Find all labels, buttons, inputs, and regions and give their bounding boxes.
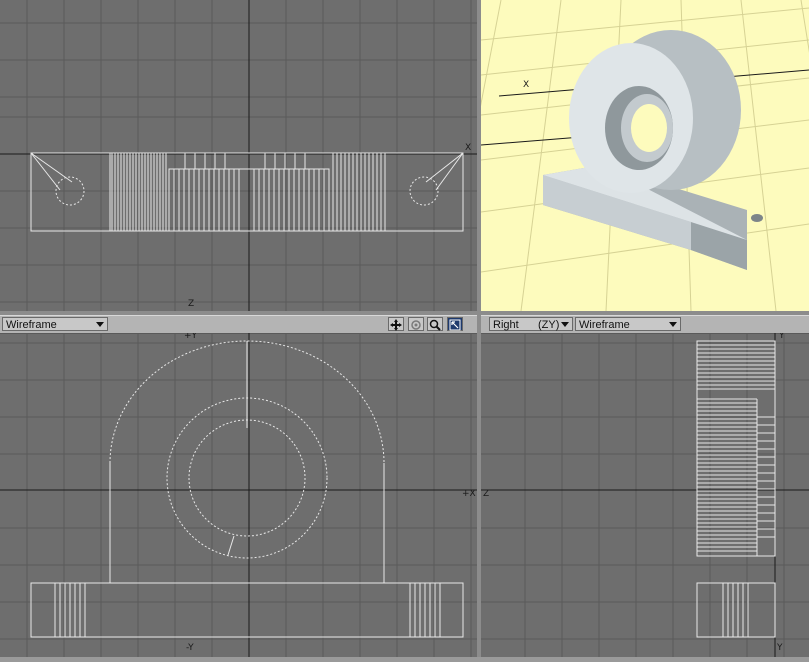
front-viewport[interactable]: +Y +X -Y <box>0 333 477 657</box>
move-view-icon <box>390 319 402 331</box>
rotate-view-icon <box>411 320 421 330</box>
rotate-view-button[interactable] <box>408 317 424 331</box>
front-view-mode-label: Wireframe <box>6 319 57 331</box>
front-axis-right-label: +X <box>462 489 476 499</box>
right-axis-top-label: Y <box>779 333 785 341</box>
move-view-button[interactable] <box>388 317 404 331</box>
zoom-view-button[interactable] <box>427 317 443 331</box>
right-axis-bottom-label: Y <box>777 643 783 653</box>
right-viewport-toolbar: Right (ZY) Wireframe <box>481 315 809 334</box>
top-axis-x-label: X <box>465 143 472 153</box>
right-wireframe-model <box>696 340 776 638</box>
maximize-view-icon <box>449 319 461 331</box>
perspective-viewport[interactable]: X <box>481 0 809 311</box>
perspective-axis-x-label: X <box>523 80 530 90</box>
right-view-mode-label: Wireframe <box>579 319 630 331</box>
top-axis-z-label: Z <box>188 299 195 309</box>
front-axis-top-label: +Y <box>184 333 198 341</box>
front-view-mode-dropdown[interactable]: Wireframe <box>2 317 108 331</box>
front-viewport-toolbar: Wireframe <box>0 315 477 334</box>
right-view-mode-dropdown[interactable]: Wireframe <box>575 317 681 331</box>
pillow-block-3d-model <box>543 30 763 270</box>
status-strip <box>0 657 809 662</box>
right-view-name-dropdown[interactable]: Right (ZY) <box>489 317 573 331</box>
chevron-down-icon <box>669 322 677 327</box>
front-wireframe-model <box>30 340 464 638</box>
top-viewport[interactable]: X Z <box>0 0 477 311</box>
top-wireframe-model <box>30 152 464 232</box>
right-axis-left-label: Z <box>483 489 490 499</box>
front-axis-bottom-label: -Y <box>186 643 194 653</box>
right-view-axes-label: (ZY) <box>538 319 560 331</box>
right-viewport[interactable]: Y Z Y <box>481 333 809 657</box>
right-view-name-label: Right <box>493 319 519 331</box>
chevron-down-icon <box>561 322 569 327</box>
zoom-view-icon <box>429 319 441 331</box>
chevron-down-icon <box>96 322 104 327</box>
maximize-view-button[interactable] <box>447 317 463 331</box>
